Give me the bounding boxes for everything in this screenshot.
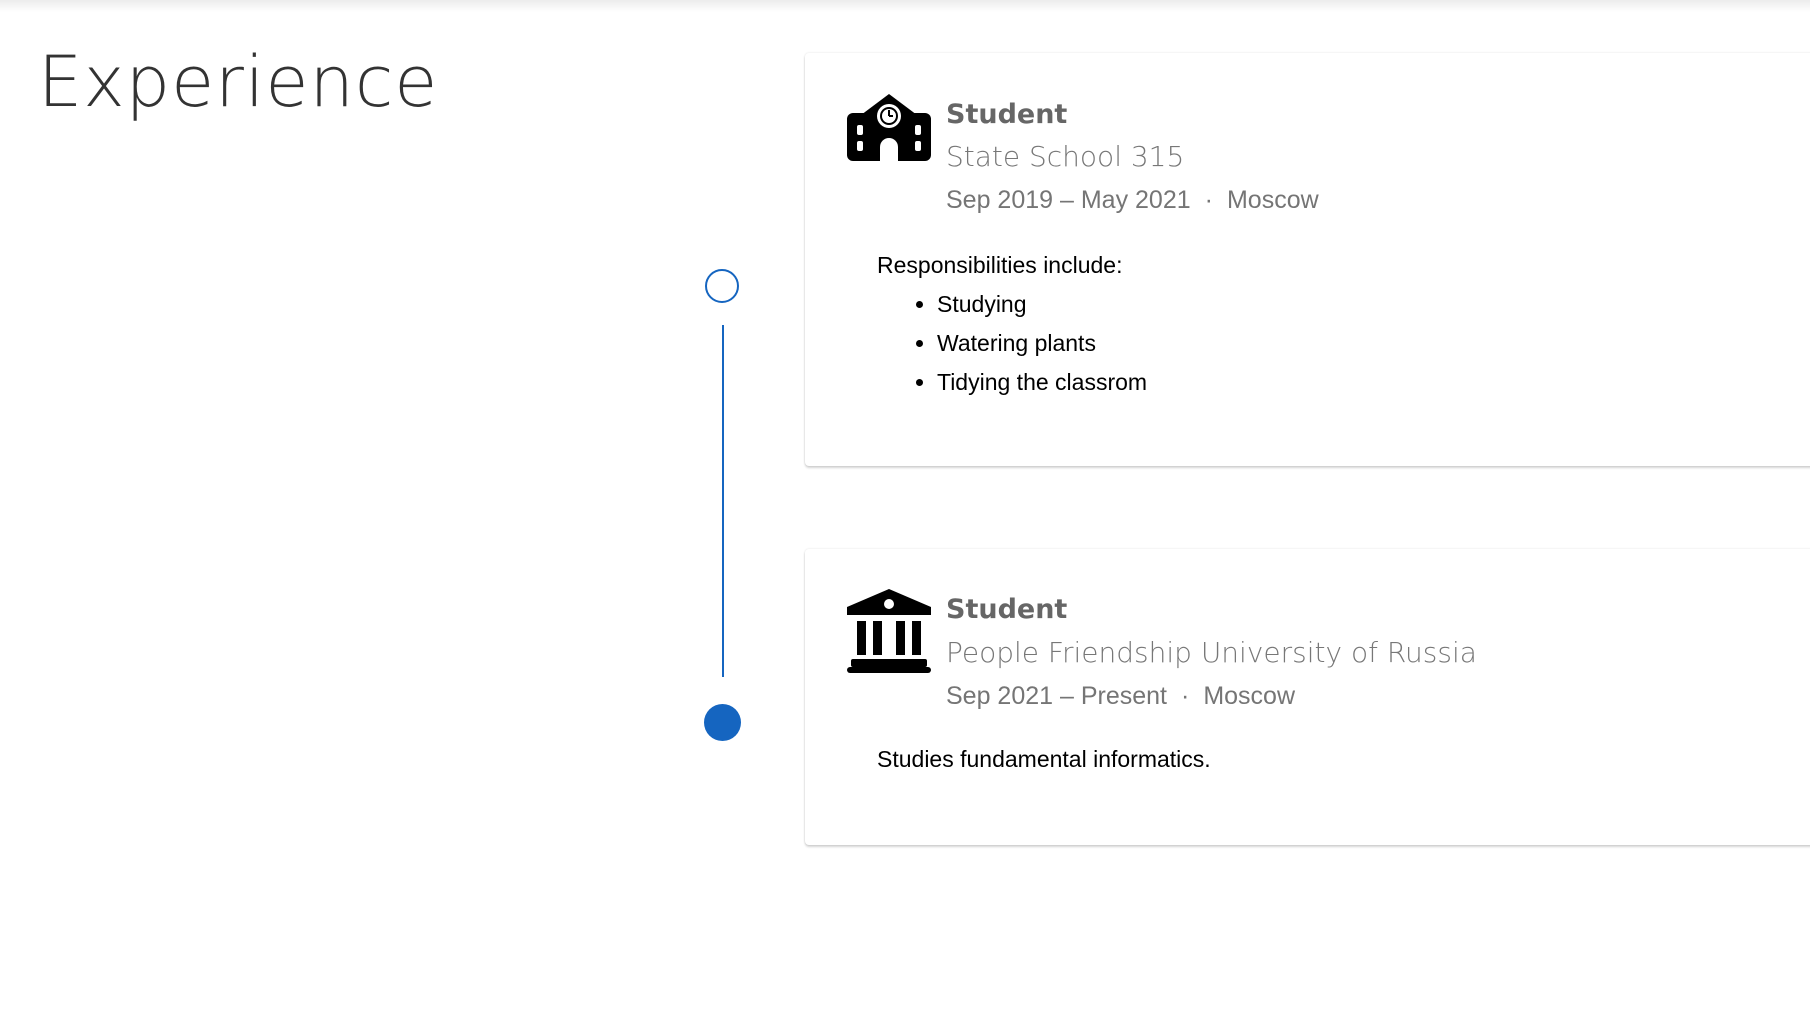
experience-card: Student People Friendship University of … [805,549,1810,845]
list-item: Watering plants [937,324,1147,363]
job-title: Student [946,99,1068,130]
date-location: Sep 2021 – Present · Moscow [946,679,1295,713]
location: Moscow [1203,682,1296,710]
list-item: Studying [937,285,1147,324]
date-range: Sep 2021 – Present [946,682,1167,710]
university-icon [845,587,933,673]
location: Moscow [1226,186,1319,214]
timeline-dot-open [705,269,739,303]
top-bar-shadow [0,0,1810,12]
list-item: Tidying the classrom [937,363,1147,402]
job-title: Student [946,594,1068,625]
meta-separator: · [1204,186,1213,214]
description: Responsibilities include: Studying Water… [877,246,1147,402]
date-range: Sep 2019 – May 2021 [946,186,1191,214]
organization-name: People Friendship University of Russia [946,636,1477,669]
page-title: Experience [38,41,439,123]
description-intro: Responsibilities include: [877,252,1123,278]
organization-name: State School 315 [946,140,1185,173]
school-icon [845,93,933,163]
date-location: Sep 2019 – May 2021 · Moscow [946,183,1319,217]
description-intro: Studies fundamental informatics. [877,746,1211,772]
description: Studies fundamental informatics. [877,740,1211,779]
timeline-dot-filled [704,704,741,741]
responsibilities-list: Studying Watering plants Tidying the cla… [877,285,1147,402]
meta-separator: · [1181,682,1190,710]
timeline-line [722,325,724,677]
experience-card: Student State School 315 Sep 2019 – May … [805,53,1810,466]
